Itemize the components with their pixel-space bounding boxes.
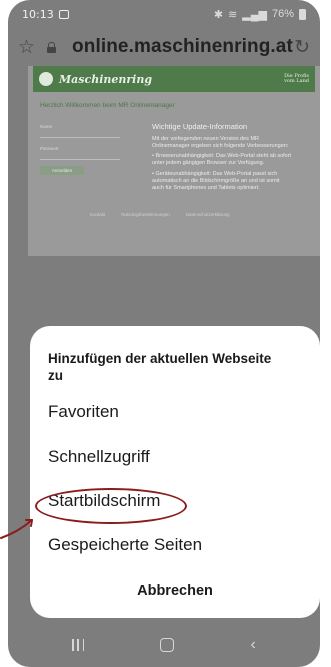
site-slogan: Die Profis vom Land [284, 73, 309, 84]
welcome-text: Herzlich Willkommen beim MR Onlinemanage… [40, 102, 175, 109]
option-startbildschirm[interactable]: Startbildschirm [48, 491, 160, 511]
address-bar[interactable]: ☆ online.maschinenring.at ↻ [8, 28, 320, 66]
status-bar: 10:13 ✱ ≋ ▂▄▆ 76% [8, 0, 320, 28]
status-indicators: ✱ ≋ ▂▄▆ 76% [214, 8, 306, 21]
login-button[interactable]: Anmelden [40, 166, 84, 175]
option-favoriten[interactable]: Favoriten [48, 402, 119, 422]
lock-icon[interactable] [47, 41, 57, 53]
update-info-title: Wichtige Update-Information [152, 122, 248, 131]
maschinenring-logo-icon [39, 72, 53, 86]
star-outline-icon[interactable]: ☆ [18, 36, 35, 59]
battery-icon [299, 8, 306, 20]
reload-icon[interactable]: ↻ [294, 36, 310, 59]
site-brand: Maschinenring [59, 72, 153, 86]
option-schnellzugriff[interactable]: Schnellzugriff [48, 447, 150, 467]
footer-link-terms[interactable]: Nutzungsbestimmungen [121, 212, 170, 217]
update-info-device: • Geräteunabhängigkeit: Das Web-Portal p… [152, 170, 280, 191]
sheet-title: Hinzufügen der aktuellen Webseite zu [48, 351, 272, 383]
cancel-button[interactable]: Abbrechen [30, 583, 320, 599]
footer-link-privacy[interactable]: Datenschutzerklärung [186, 212, 230, 217]
site-footer: Kontakt Nutzungsbestimmungen Datenschutz… [90, 212, 290, 217]
update-info-intro: Mit der vorliegenden neuen Version des M… [152, 135, 289, 149]
back-icon[interactable]: ‹ [251, 636, 256, 654]
signal-icon: ▂▄▆ [242, 8, 267, 21]
recent-apps-icon[interactable] [72, 638, 85, 651]
status-time: 10:13 [22, 7, 54, 21]
update-info: Wichtige Update-Information Mit der vorl… [152, 122, 292, 195]
home-icon[interactable] [160, 637, 175, 652]
site-header: Maschinenring Die Profis vom Land [33, 66, 315, 92]
password-field[interactable]: Passwort [40, 140, 120, 160]
system-nav-bar: ‹ [8, 622, 320, 667]
login-form: Name Passwort Anmelden [40, 118, 120, 175]
option-gespeicherte-seiten[interactable]: Gespeicherte Seiten [48, 535, 202, 555]
wifi-icon: ≋ [228, 8, 238, 21]
name-field[interactable]: Name [40, 118, 120, 138]
footer-link-contact[interactable]: Kontakt [90, 212, 105, 217]
update-info-browser: • Browserunabhängigkeit: Das Web-Portal … [152, 153, 292, 167]
bluetooth-icon: ✱ [213, 8, 224, 21]
add-to-sheet: Hinzufügen der aktuellen Webseite zu Fav… [30, 326, 320, 618]
battery-percent: 76% [271, 8, 294, 20]
gallery-notification-icon [58, 9, 69, 19]
web-content: Maschinenring Die Profis vom Land Herzli… [28, 66, 320, 256]
url-text[interactable]: online.maschinenring.at [72, 36, 293, 58]
